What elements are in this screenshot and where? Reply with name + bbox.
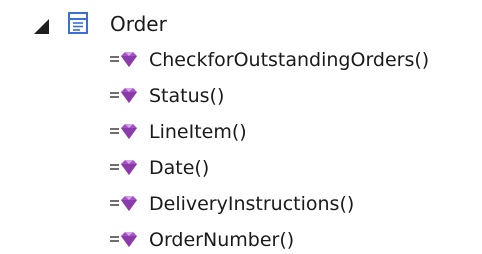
operation-label[interactable]: LineItem() bbox=[149, 119, 247, 145]
operation-icon bbox=[110, 88, 137, 103]
operation-icon bbox=[110, 124, 137, 139]
operation-icon bbox=[110, 196, 137, 211]
operation-label[interactable]: Date() bbox=[149, 155, 209, 181]
operation-icon bbox=[110, 232, 137, 247]
tree-item-operation[interactable]: LineItem() bbox=[0, 114, 482, 150]
operation-label[interactable]: CheckforOutstandingOrders() bbox=[149, 47, 429, 73]
tree-item-operation[interactable]: Status() bbox=[0, 78, 482, 114]
tree-item-operation[interactable]: CheckforOutstandingOrders() bbox=[0, 42, 482, 78]
operation-label[interactable]: OrderNumber() bbox=[149, 227, 294, 253]
project-browser-tree: Order CheckforOutstandingOrders() Status(… bbox=[0, 0, 482, 254]
operation-label[interactable]: DeliveryInstructions() bbox=[149, 191, 354, 217]
tree-node-label[interactable]: Order bbox=[110, 11, 167, 37]
tree-node-order[interactable]: Order bbox=[0, 6, 482, 42]
operation-icon bbox=[110, 52, 137, 67]
class-icon bbox=[68, 12, 88, 34]
tree-item-operation[interactable]: DeliveryInstructions() bbox=[0, 186, 482, 222]
operation-icon bbox=[110, 160, 137, 175]
tree-item-operation[interactable]: OrderNumber() bbox=[0, 222, 482, 254]
tree-item-operation[interactable]: Date() bbox=[0, 150, 482, 186]
operation-label[interactable]: Status() bbox=[149, 83, 224, 109]
expanded-triangle-icon[interactable] bbox=[34, 19, 49, 34]
